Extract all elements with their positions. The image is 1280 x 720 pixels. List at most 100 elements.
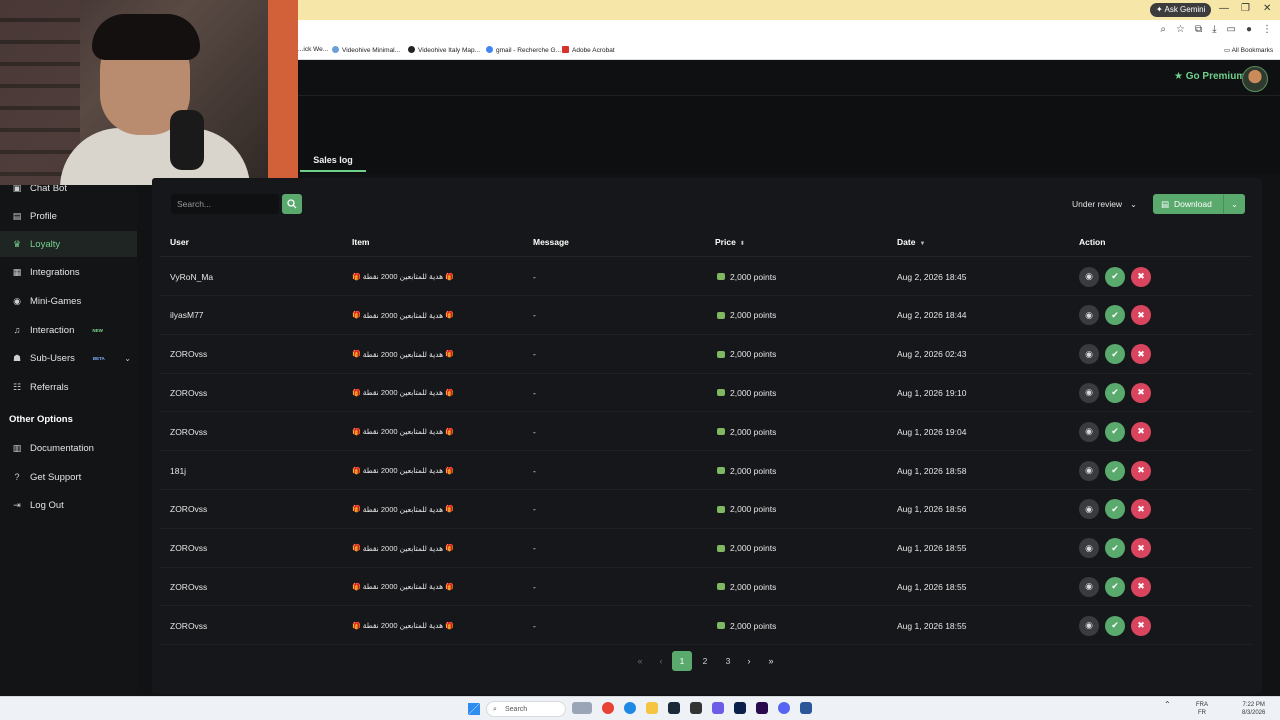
browser-menu-icon[interactable]: ⋮ (1262, 24, 1272, 35)
bookmark-item[interactable]: ...ick We... (298, 46, 328, 53)
minimize-icon[interactable]: — (1219, 3, 1229, 14)
chevron-down-icon[interactable]: ⌄ (124, 354, 131, 363)
chrome-icon[interactable] (602, 702, 614, 714)
reject-button[interactable]: ✖ (1131, 460, 1151, 481)
reject-button[interactable]: ✖ (1131, 576, 1151, 597)
price-cell: 2,000 points (717, 490, 776, 529)
all-bookmarks[interactable]: ▭ All Bookmarks (1224, 46, 1273, 54)
approve-button[interactable]: ✔ (1105, 499, 1125, 520)
reject-button[interactable]: ✖ (1131, 615, 1151, 636)
view-button[interactable]: ◉ (1079, 421, 1099, 442)
bookmark-item[interactable]: gmail - Recherche G... (486, 46, 561, 54)
approve-button[interactable]: ✔ (1105, 538, 1125, 559)
app-icon[interactable] (712, 702, 724, 714)
page-button[interactable]: 2 (695, 651, 715, 671)
close-window-icon[interactable]: ✕ (1263, 3, 1271, 14)
next-page-icon[interactable]: › (738, 656, 760, 666)
reject-button[interactable]: ✖ (1131, 305, 1151, 326)
sidebar-item-sub-users[interactable]: ☗ Sub-Users BETA ⌄ (0, 345, 137, 371)
bookmark-item[interactable]: Videohive Minimal... (332, 46, 400, 54)
view-button[interactable]: ◉ (1079, 305, 1099, 326)
download-dropdown-toggle[interactable]: ⌄ (1223, 194, 1245, 214)
sidebar-item-mini-games[interactable]: ◉ Mini-Games (0, 288, 137, 314)
sort-icon: ⬍ (739, 241, 745, 247)
discord-icon[interactable] (778, 702, 790, 714)
photoshop-icon[interactable] (734, 702, 746, 714)
ask-gemini-button[interactable]: ✦ Ask Gemini (1150, 3, 1212, 17)
taskbar-search[interactable]: ⌕ Search (486, 701, 566, 717)
file-explorer-icon[interactable] (646, 702, 658, 714)
approve-button[interactable]: ✔ (1105, 576, 1125, 597)
sidebar-item-documentation[interactable]: ▥ Documentation (0, 435, 137, 461)
download-browser-icon[interactable]: ⤓ (1212, 24, 1216, 35)
windows-start-icon[interactable] (468, 703, 480, 715)
approve-button[interactable]: ✔ (1105, 266, 1125, 287)
reject-button[interactable]: ✖ (1131, 421, 1151, 442)
reject-button[interactable]: ✖ (1131, 538, 1151, 559)
sidebar-item-get-support[interactable]: ? Get Support (0, 464, 137, 490)
approve-button[interactable]: ✔ (1105, 344, 1125, 365)
approve-button[interactable]: ✔ (1105, 615, 1125, 636)
zoom-icon[interactable]: ⌕ (1160, 24, 1166, 35)
search-button[interactable] (282, 194, 302, 214)
restore-icon[interactable]: ❐ (1241, 3, 1250, 14)
premiere-icon[interactable] (756, 702, 768, 714)
sidebar-item-interaction[interactable]: ♫ Interaction NEW (0, 317, 137, 343)
go-premium-link[interactable]: ★ Go Premium (1174, 71, 1245, 82)
reject-button[interactable]: ✖ (1131, 266, 1151, 287)
bookmark-item[interactable]: Videohive Italy Map... (408, 46, 480, 54)
column-header-message: Message (533, 237, 569, 247)
view-button[interactable]: ◉ (1079, 382, 1099, 403)
first-page-icon[interactable]: « (630, 656, 650, 666)
sidebar-item-integrations[interactable]: ▦ Integrations (0, 259, 137, 285)
approve-button[interactable]: ✔ (1105, 421, 1125, 442)
language-indicator[interactable]: FRA FR (1196, 701, 1208, 717)
approve-button[interactable]: ✔ (1105, 460, 1125, 481)
clock[interactable]: 7:22 PM 8/3/2026 (1242, 701, 1265, 717)
book-icon: ▥ (12, 442, 22, 453)
widgets-icon[interactable] (572, 702, 592, 714)
approve-button[interactable]: ✔ (1105, 305, 1125, 326)
bookmark-favicon (486, 46, 493, 53)
search-input[interactable] (171, 194, 279, 214)
view-button[interactable]: ◉ (1079, 460, 1099, 481)
sidebar-item-loyalty[interactable]: ♛ Loyalty (0, 231, 137, 257)
reject-button[interactable]: ✖ (1131, 499, 1151, 520)
bookmark-item[interactable]: Adobe Acrobat (562, 46, 615, 54)
steam-icon[interactable] (668, 702, 680, 714)
view-button[interactable]: ◉ (1079, 266, 1099, 287)
tray-chevron-icon[interactable]: ⌃ (1164, 701, 1171, 709)
page-button[interactable]: 3 (718, 651, 738, 671)
sidebar-item-referrals[interactable]: ☷ Referrals (0, 374, 137, 400)
column-header-date[interactable]: Date ▼ (897, 237, 925, 247)
bookmark-star-icon[interactable]: ☆ (1176, 24, 1185, 35)
word-icon[interactable] (800, 702, 812, 714)
page-button[interactable]: 1 (672, 651, 692, 671)
view-button[interactable]: ◉ (1079, 576, 1099, 597)
column-header-price[interactable]: Price ⬍ (715, 237, 745, 247)
download-button[interactable]: ▤ Download ⌄ (1153, 194, 1245, 214)
action-cell: ◉ ✔ ✖ (1079, 490, 1151, 529)
tab-sales-log[interactable]: Sales log (300, 150, 366, 172)
last-page-icon[interactable]: » (760, 656, 782, 666)
sidebar-item-log-out[interactable]: ⇥ Log Out (0, 492, 137, 518)
sidepanel-icon[interactable]: ▭ (1227, 24, 1236, 35)
approve-button[interactable]: ✔ (1105, 382, 1125, 403)
prev-page-icon[interactable]: ‹ (650, 656, 672, 666)
view-button[interactable]: ◉ (1079, 538, 1099, 559)
bookmark-label: Videohive Italy Map... (418, 47, 481, 54)
reject-button[interactable]: ✖ (1131, 382, 1151, 403)
sidebar-item-profile[interactable]: ▤ Profile (0, 203, 137, 229)
view-button[interactable]: ◉ (1079, 499, 1099, 520)
edge-icon[interactable] (624, 702, 636, 714)
sidebar-item-label: Profile (30, 210, 57, 222)
view-button[interactable]: ◉ (1079, 344, 1099, 365)
gift-icon: 🎁 (445, 389, 454, 397)
obs-icon[interactable] (690, 702, 702, 714)
reject-button[interactable]: ✖ (1131, 344, 1151, 365)
profile-browser-icon[interactable]: ● (1246, 24, 1252, 35)
avatar[interactable] (1242, 66, 1268, 92)
view-button[interactable]: ◉ (1079, 615, 1099, 636)
extensions-icon[interactable]: ⧉ (1195, 24, 1202, 35)
status-filter-select[interactable]: Under review ⌄ (1066, 194, 1148, 214)
